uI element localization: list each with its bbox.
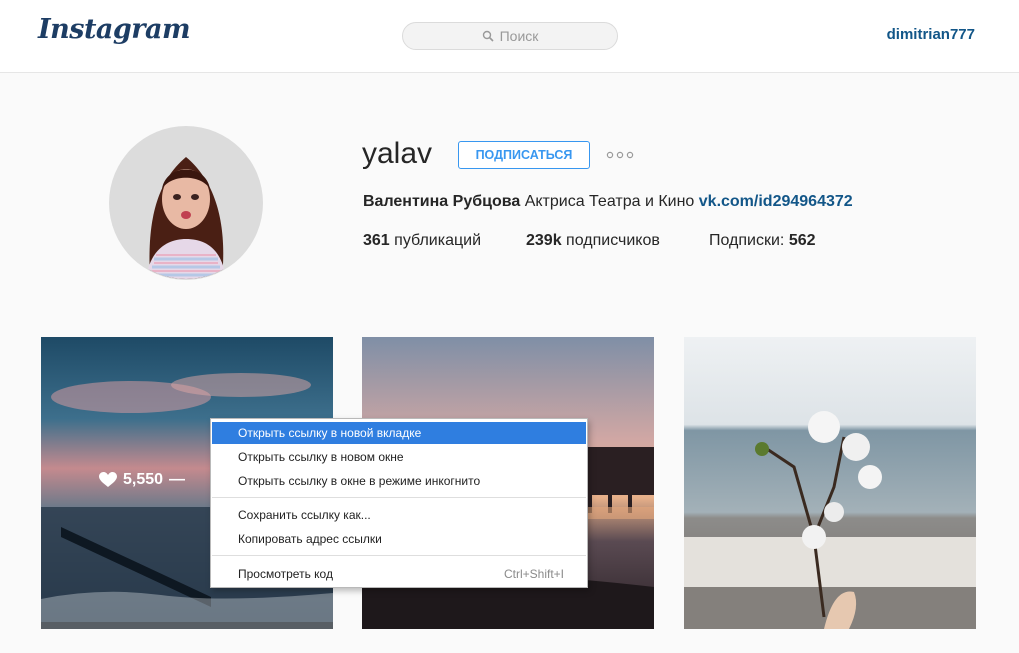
menu-item-inspect-label: Просмотреть код xyxy=(238,567,333,581)
more-options-icon[interactable] xyxy=(606,151,634,159)
profile-bio: Валентина Рубцова Актриса Театра и Кино … xyxy=(363,193,853,211)
menu-separator xyxy=(212,555,586,556)
context-menu: Открыть ссылку в новой вкладке Открыть с… xyxy=(210,418,588,588)
menu-item-open-incognito[interactable]: Открыть ссылку в окне в режиме инкогнито xyxy=(212,470,586,492)
likes-dash: — xyxy=(169,471,186,488)
menu-item-save-link-as[interactable]: Сохранить ссылку как... xyxy=(212,504,586,526)
likes-overlay: 5,550 — xyxy=(99,471,185,489)
menu-item-open-new-tab[interactable]: Открыть ссылку в новой вкладке xyxy=(212,422,586,444)
search-icon xyxy=(482,30,494,42)
top-navigation-bar: Instagram Поиск dimitrian777 xyxy=(0,0,1019,73)
following-stat[interactable]: Подписки: 562 xyxy=(709,232,816,250)
followers-stat[interactable]: 239k подписчиков xyxy=(526,232,660,250)
heart-icon xyxy=(99,472,117,487)
posts-stat: 361 публикаций xyxy=(363,232,481,250)
following-label: Подписки: xyxy=(709,232,785,249)
following-count: 562 xyxy=(788,232,816,249)
posts-count: 361 xyxy=(363,232,390,249)
followers-label: подписчиков xyxy=(566,232,660,249)
follow-button[interactable]: ПОДПИСАТЬСЯ xyxy=(458,141,590,169)
avatar[interactable] xyxy=(110,127,262,279)
post-image-flower-branch xyxy=(684,337,976,629)
menu-item-inspect-shortcut: Ctrl+Shift+I xyxy=(503,567,564,581)
avatar-image xyxy=(110,127,262,279)
instagram-logo[interactable]: Instagram xyxy=(38,14,191,45)
menu-item-inspect[interactable]: Просмотреть код Ctrl+Shift+I xyxy=(212,563,586,585)
current-user-link[interactable]: dimitrian777 xyxy=(887,26,975,43)
bio-link[interactable]: vk.com/id294964372 xyxy=(699,193,853,210)
menu-separator xyxy=(212,497,586,498)
followers-count: 239k xyxy=(526,232,562,249)
posts-label: публикаций xyxy=(394,232,482,249)
bio-text: Актриса Театра и Кино xyxy=(524,193,695,210)
menu-item-open-new-window[interactable]: Открыть ссылку в новом окне xyxy=(212,446,586,468)
search-placeholder: Поиск xyxy=(499,28,539,44)
profile-full-name: Валентина Рубцова xyxy=(363,193,521,210)
likes-count: 5,550 xyxy=(123,471,164,488)
search-input[interactable]: Поиск xyxy=(402,22,618,50)
post-thumbnail[interactable] xyxy=(684,337,976,629)
profile-username: yalav xyxy=(362,137,433,170)
menu-item-copy-link-address[interactable]: Копировать адрес ссылки xyxy=(212,528,586,550)
